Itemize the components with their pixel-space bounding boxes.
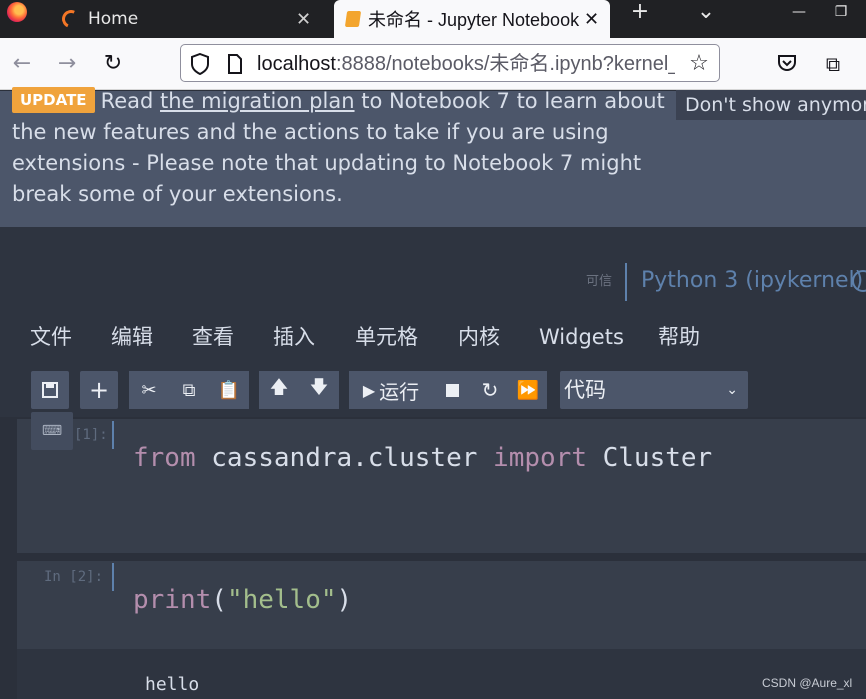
paste-button[interactable]: 📋 [209,371,249,409]
trusted-indicator[interactable]: 可信 [586,270,612,289]
scissors-icon: ✂ [141,379,157,401]
jupyter-logo-icon [59,7,83,31]
restart-run-all-button[interactable]: ⏩ [509,371,547,409]
move-down-button[interactable]: 🡇 [299,371,339,409]
notebook-icon [344,11,362,27]
cell-type-select[interactable]: 代码 ⌄ [560,371,748,409]
close-icon[interactable]: ✕ [584,9,599,30]
minimize-button[interactable]: — [784,0,814,26]
restart-button[interactable]: ↻ [471,371,509,409]
menu-widgets[interactable]: Widgets [539,322,624,352]
copy-button[interactable]: ⧉ [169,371,209,409]
kernel-divider [625,263,627,301]
menu-view[interactable]: 查看 [192,322,234,352]
code-input[interactable]: print("hello") [133,584,352,616]
restore-button[interactable]: ❐ [826,0,856,26]
menu-kernel[interactable]: 内核 [458,322,500,352]
tab-notebook-title: 未命名 - Jupyter Notebook [368,10,580,30]
firefox-logo-icon[interactable] [7,2,27,22]
code-cell-1[interactable] [17,419,866,553]
extensions-icon[interactable]: ⧉ [820,52,846,76]
interrupt-button[interactable] [433,371,471,409]
save-button[interactable] [31,371,69,409]
restart-icon: ↻ [481,378,499,402]
dont-show-button[interactable]: Don't show anymore [676,90,866,120]
cell-focus-bar [112,563,114,591]
page-icon [228,54,242,74]
shield-icon[interactable] [190,53,210,75]
cell-prompt: In [2]: [44,569,104,585]
tab-notebook[interactable]: 未命名 - Jupyter Notebook ✕ [334,0,610,38]
fast-forward-icon: ⏩ [516,379,540,401]
watermark: CSDN @Aure_xl [762,676,853,690]
menu-insert[interactable]: 插入 [273,322,315,352]
chevron-down-icon: ⌄ [726,382,738,398]
migration-plan-link[interactable]: the migration plan [160,89,355,113]
cell-output-text: hello [145,674,200,695]
insert-cell-button[interactable]: + [80,371,118,409]
plus-icon: + [88,376,110,404]
menu-edit[interactable]: 编辑 [111,322,153,352]
stop-icon [445,383,459,397]
menu-help[interactable]: 帮助 [658,322,700,352]
forward-icon[interactable]: → [54,52,80,76]
menu-file[interactable]: 文件 [30,322,72,352]
new-tab-button[interactable]: + [625,0,655,26]
move-up-button[interactable]: 🡅 [259,371,299,409]
menu-cell[interactable]: 单元格 [355,322,418,352]
update-badge: UPDATE [12,87,95,113]
cell-focus-bar [112,421,114,449]
cut-button[interactable]: ✂ [129,371,169,409]
keyboard-icon[interactable]: ⌨ [31,412,73,450]
back-icon[interactable]: ← [9,52,35,76]
play-icon: ▶ [362,380,376,400]
tab-list-button[interactable]: ⌄ [691,0,721,26]
copy-icon: ⧉ [182,379,196,401]
arrow-down-icon: 🡇 [309,377,329,398]
paste-icon: 📋 [217,379,241,401]
banner-message: UPDATE Read the migration plan to Noteboo… [12,87,665,206]
tab-home-title: Home [88,9,139,29]
bookmark-star-icon[interactable]: ☆ [686,52,712,76]
code-input[interactable]: from cassandra.cluster import Cluster [133,442,712,474]
pocket-icon[interactable] [777,54,797,72]
url-text[interactable]: localhost:8888/notebooks/未命名.ipynb?kerne… [257,51,675,77]
cell-prompt: [1]: [74,427,108,443]
reload-icon[interactable]: ↻ [100,52,126,76]
save-icon [42,382,58,398]
close-icon[interactable]: ✕ [296,9,311,30]
tab-home[interactable]: Home ✕ [50,0,328,38]
run-button[interactable]: ▶ 运行 [349,371,433,409]
arrow-up-icon: 🡅 [269,377,289,398]
kernel-name[interactable]: Python 3 (ipykernel) [641,266,863,296]
